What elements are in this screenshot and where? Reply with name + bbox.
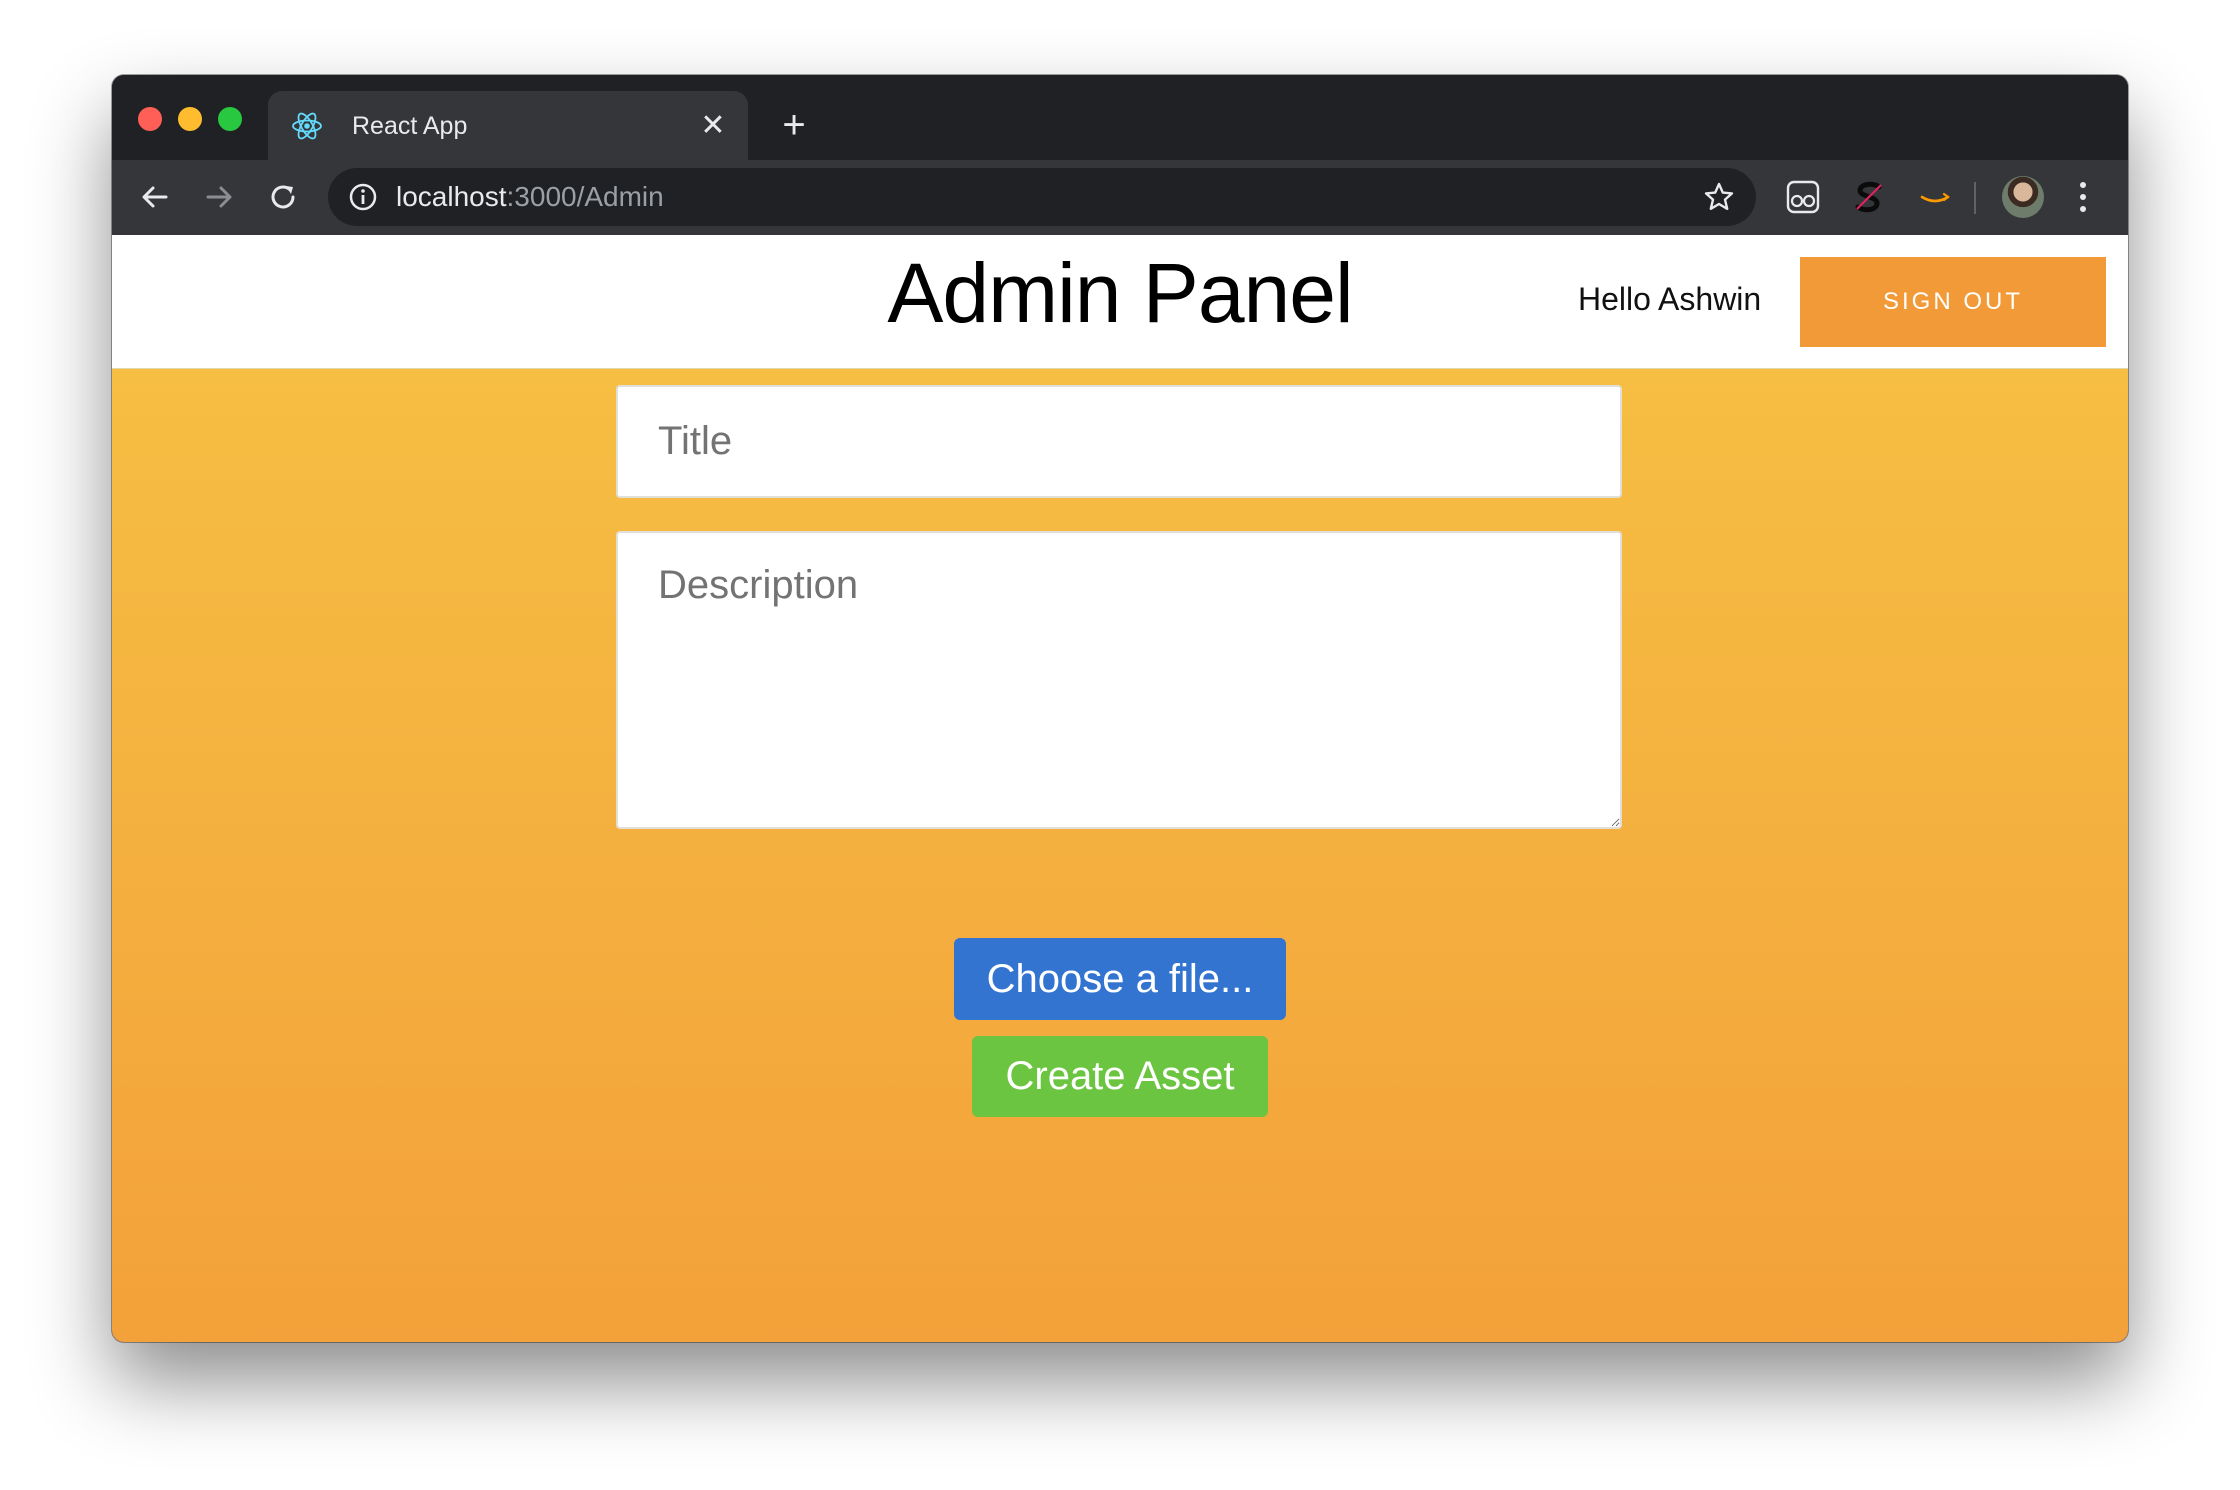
create-asset-button[interactable]: Create Asset <box>972 1036 1268 1117</box>
back-icon <box>142 186 168 208</box>
page-viewport: Admin Panel Hello Ashwin SIGN OUT Choose… <box>112 235 2128 1342</box>
tab-react-app[interactable]: React App ✕ <box>268 91 748 160</box>
url-host: localhost <box>396 181 507 212</box>
back-button[interactable] <box>132 174 178 220</box>
url-path: :3000/Admin <box>506 181 664 212</box>
choose-file-button[interactable]: Choose a file... <box>954 938 1286 1020</box>
info-icon[interactable] <box>348 182 378 212</box>
profile-avatar[interactable] <box>2002 176 2044 218</box>
tab-title: React App <box>352 112 468 140</box>
browser-window: React App ✕ + localhost:3000/Admin Admin… <box>112 75 2128 1342</box>
minimize-window-button[interactable] <box>178 107 202 131</box>
forward-icon <box>206 186 232 208</box>
url-text[interactable]: localhost:3000/Admin <box>396 180 664 214</box>
tab-strip: React App ✕ + <box>112 75 2128 160</box>
reload-icon <box>271 185 295 209</box>
user-greeting: Hello Ashwin <box>1578 281 1762 317</box>
maximize-window-button[interactable] <box>218 107 242 131</box>
title-input[interactable] <box>616 385 1622 498</box>
react-icon <box>292 112 322 140</box>
amazon-extension-icon <box>1920 192 1950 203</box>
reload-button[interactable] <box>260 174 306 220</box>
amazon-extension-button[interactable] <box>1912 174 1958 220</box>
address-bar[interactable]: localhost:3000/Admin <box>328 168 1756 226</box>
menu-icon[interactable] <box>2060 174 2106 220</box>
forward-button[interactable] <box>196 174 242 220</box>
reader-extension-icon <box>1786 180 1820 214</box>
app-header: Admin Panel Hello Ashwin SIGN OUT <box>112 235 2128 369</box>
browser-toolbar: localhost:3000/Admin <box>112 160 2128 235</box>
star-icon[interactable] <box>1702 180 1736 214</box>
s-extension-button[interactable] <box>1846 174 1892 220</box>
reader-extension-button[interactable] <box>1780 174 1826 220</box>
description-textarea[interactable] <box>616 531 1622 829</box>
new-tab-button[interactable]: + <box>774 105 814 145</box>
sign-out-button[interactable]: SIGN OUT <box>1800 257 2106 347</box>
s-extension-icon <box>1855 181 1882 213</box>
close-window-button[interactable] <box>138 107 162 131</box>
close-tab-icon[interactable]: ✕ <box>696 109 730 143</box>
toolbar-divider <box>1974 182 1976 214</box>
